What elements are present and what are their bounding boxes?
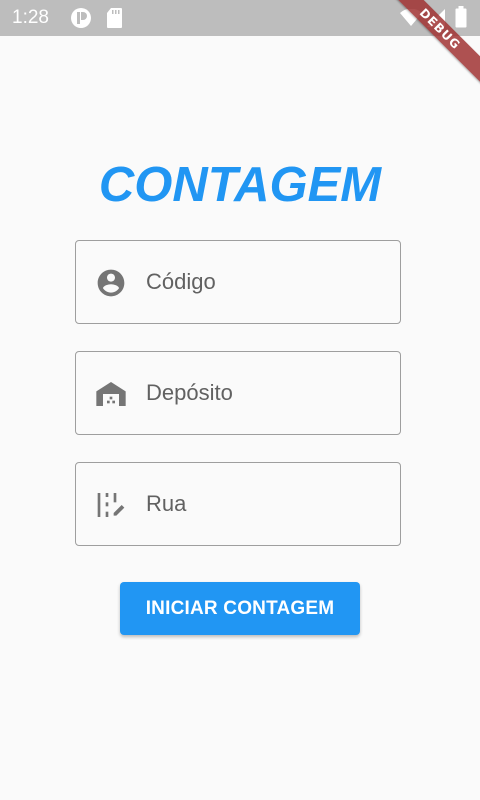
rua-field[interactable] [75, 462, 401, 546]
signal-icon [427, 9, 445, 27]
iniciar-contagem-button[interactable]: INICIAR CONTAGEM [120, 582, 360, 635]
codigo-input[interactable] [146, 241, 386, 322]
page-title: CONTAGEM [98, 158, 382, 212]
battery-icon [455, 6, 467, 28]
status-bar: 1:28 [0, 0, 480, 36]
sd-card-icon [107, 8, 122, 28]
account-circle-icon [97, 269, 125, 297]
codigo-field[interactable] [75, 240, 401, 324]
deposito-input[interactable] [146, 352, 386, 433]
rua-input[interactable] [146, 463, 386, 544]
deposito-field[interactable] [75, 351, 401, 435]
status-time: 1:28 [12, 7, 49, 28]
warehouse-icon [96, 382, 126, 406]
wifi-icon [400, 9, 422, 26]
pinwheel-icon [71, 8, 91, 28]
shelf-edit-icon [97, 493, 125, 517]
